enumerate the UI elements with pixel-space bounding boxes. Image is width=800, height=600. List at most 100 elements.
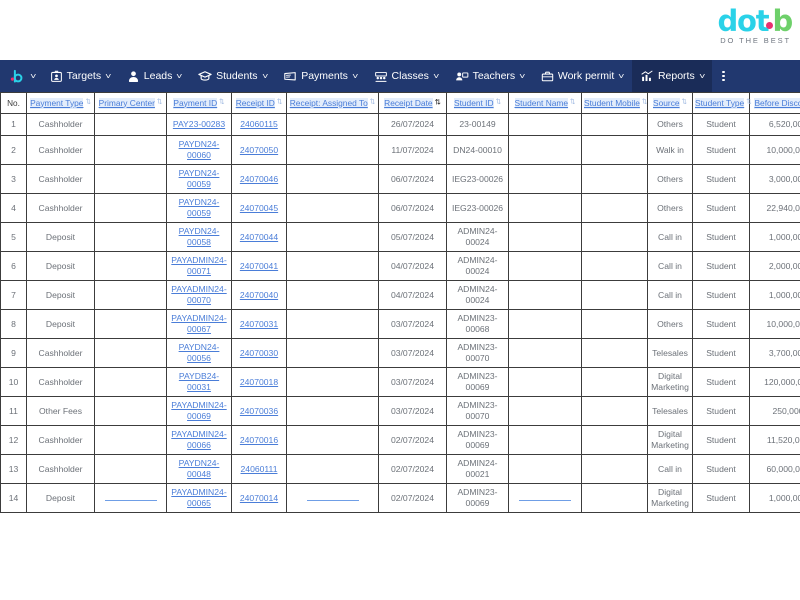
cell-receipt-id[interactable]: 24070040 — [231, 280, 287, 310]
cell-payment-id[interactable]: PAYDN24-00060 — [166, 135, 232, 165]
cell-receipt-id-link[interactable]: 24060115 — [240, 119, 278, 129]
cell-payment-id-link[interactable]: PAYDN24-00059 — [179, 168, 220, 189]
cell-assigned-to[interactable] — [286, 164, 379, 194]
table-row[interactable]: 1 Cashholder PAY23-00283 24060115 26/07/2024… — [0, 113, 800, 136]
cell-receipt-id-link[interactable]: 24070014 — [240, 493, 278, 503]
cell-student-name[interactable] — [508, 193, 582, 223]
report-table-container[interactable]: No. Payment Type ⇅ Primary Center ⇅ Paymen… — [0, 92, 800, 600]
cell-payment-id-link[interactable]: PAYADMIN24-00065 — [171, 487, 226, 508]
cell-student-name[interactable] — [508, 222, 582, 252]
cell-payment-id-link[interactable]: PAYDN24-00060 — [179, 139, 220, 160]
cell-primary-center[interactable] — [94, 483, 167, 513]
column-header-student-name[interactable]: Student Name ⇅ — [508, 92, 582, 114]
cell-payment-id[interactable]: PAYADMIN24-00071 — [166, 251, 232, 281]
sort-icon[interactable]: ⇅ — [570, 99, 575, 106]
cell-payment-id-link[interactable]: PAYADMIN24-00067 — [171, 313, 226, 334]
cell-assigned-to[interactable] — [286, 338, 379, 368]
cell-receipt-id-link[interactable]: 24070040 — [240, 290, 278, 300]
cell-receipt-id-link[interactable]: 24070050 — [240, 145, 278, 155]
cell-receipt-id[interactable]: 24060111 — [231, 454, 287, 484]
cell-payment-id[interactable]: PAYDB24-00031 — [166, 367, 232, 397]
cell-receipt-id[interactable]: 24070041 — [231, 251, 287, 281]
cell-payment-id-link[interactable]: PAYDN24-00048 — [179, 458, 220, 479]
cell-receipt-id[interactable]: 24070044 — [231, 222, 287, 252]
cell-primary-center[interactable] — [94, 425, 167, 455]
cell-payment-id-link[interactable]: PAYDN24-00059 — [179, 197, 220, 218]
sort-icon[interactable]: ⇅ — [682, 99, 687, 106]
sort-icon[interactable]: ⇅ — [85, 99, 90, 106]
cell-primary-center[interactable] — [94, 251, 167, 281]
table-row[interactable]: 7 Deposit PAYADMIN24-00070 24070040 04/07/20… — [0, 280, 800, 310]
cell-receipt-id[interactable]: 24070050 — [231, 135, 287, 165]
cell-assigned-to[interactable] — [286, 280, 379, 310]
cell-assigned-to[interactable] — [286, 193, 379, 223]
cell-payment-id[interactable]: PAYDN24-00058 — [166, 222, 232, 252]
cell-assigned-to[interactable] — [286, 454, 379, 484]
cell-primary-center-empty-link[interactable] — [104, 492, 157, 501]
cell-receipt-id[interactable]: 24070045 — [231, 193, 287, 223]
column-header-payment-id[interactable]: Payment ID ⇅ — [166, 92, 232, 114]
nav-item-reports[interactable]: Reports ˅ — [631, 60, 713, 92]
cell-assigned-to[interactable] — [286, 367, 379, 397]
nav-item-classes[interactable]: Classes ˅ — [366, 60, 447, 92]
cell-payment-id[interactable]: PAYDN24-00059 — [166, 193, 232, 223]
table-row[interactable]: 10 Cashholder PAYDB24-00031 24070018 03/07/2… — [0, 367, 800, 397]
table-row[interactable]: 13 Cashholder PAYDN24-00048 24060111 02/07/2… — [0, 454, 800, 484]
cell-student-name[interactable] — [508, 309, 582, 339]
column-header-payment-type[interactable]: Payment Type ⇅ — [26, 92, 95, 114]
cell-receipt-id-link[interactable]: 24070030 — [240, 348, 278, 358]
cell-student-name[interactable] — [508, 396, 582, 426]
cell-student-name[interactable] — [508, 454, 582, 484]
cell-payment-id[interactable]: PAYADMIN24-00067 — [166, 309, 232, 339]
table-row[interactable]: 14 Deposit PAYADMIN24-00065 24070014 02/07/2… — [0, 483, 800, 513]
cell-payment-id-link[interactable]: PAYADMIN24-00070 — [171, 284, 226, 305]
column-header-student-id[interactable]: Student ID ⇅ — [446, 92, 509, 114]
cell-assigned-to-empty-link[interactable] — [306, 492, 359, 501]
cell-receipt-id[interactable]: 24070046 — [231, 164, 287, 194]
cell-payment-id-link[interactable]: PAYDB24-00031 — [179, 371, 219, 392]
cell-student-name[interactable] — [508, 425, 582, 455]
cell-receipt-id-link[interactable]: 24070018 — [240, 377, 278, 387]
sort-icon[interactable]: ⇅ — [157, 99, 162, 106]
cell-receipt-id-link[interactable]: 24070016 — [240, 435, 278, 445]
cell-student-name[interactable] — [508, 251, 582, 281]
cell-payment-id-link[interactable]: PAYADMIN24-00069 — [171, 400, 226, 421]
table-row[interactable]: 12 Cashholder PAYADMIN24-00066 24070016 02/0… — [0, 425, 800, 455]
cell-receipt-id[interactable]: 24070018 — [231, 367, 287, 397]
sort-icon[interactable]: ⇅ — [277, 99, 282, 106]
sort-icon[interactable]: ⇅ — [370, 99, 375, 106]
cell-primary-center[interactable] — [94, 135, 167, 165]
table-row[interactable]: 4 Cashholder PAYDN24-00059 24070045 06/07/20… — [0, 193, 800, 223]
cell-receipt-id-link[interactable]: 24070046 — [240, 174, 278, 184]
cell-student-name[interactable] — [508, 113, 582, 136]
sort-icon[interactable]: ⇅ — [642, 99, 647, 106]
cell-payment-id-link[interactable]: PAY23-00283 — [173, 119, 225, 129]
cell-student-name[interactable] — [508, 280, 582, 310]
cell-receipt-id-link[interactable]: 24070041 — [240, 261, 278, 271]
nav-item-targets[interactable]: Targets ˅ — [42, 60, 119, 92]
cell-payment-id[interactable]: PAYADMIN24-00065 — [166, 483, 232, 513]
cell-receipt-id-link[interactable]: 24070045 — [240, 203, 278, 213]
cell-assigned-to[interactable] — [286, 251, 379, 281]
cell-primary-center[interactable] — [94, 193, 167, 223]
table-row[interactable]: 6 Deposit PAYADMIN24-00071 24070041 04/07/20… — [0, 251, 800, 281]
column-header-source[interactable]: Source ⇅ — [647, 92, 693, 114]
column-header-before-discount[interactable]: Before Discount⇅ — [749, 92, 800, 114]
cell-primary-center[interactable] — [94, 280, 167, 310]
column-header-student-type[interactable]: Student Type ⇅ — [692, 92, 752, 114]
table-row[interactable]: 9 Cashholder PAYDN24-00056 24070030 03/07/20… — [0, 338, 800, 368]
cell-payment-id-link[interactable]: PAYADMIN24-00066 — [171, 429, 226, 450]
cell-student-name[interactable] — [508, 338, 582, 368]
cell-receipt-id[interactable]: 24070016 — [231, 425, 287, 455]
column-header-receipt-assigned-to[interactable]: Receipt: Assigned To ⇅ — [286, 92, 379, 114]
cell-receipt-id[interactable]: 24070036 — [231, 396, 287, 426]
cell-student-name[interactable] — [508, 367, 582, 397]
table-row[interactable]: 2 Cashholder PAYDN24-00060 24070050 11/07/20… — [0, 135, 800, 165]
nav-item-leads[interactable]: Leads ˅ — [119, 60, 190, 92]
table-row[interactable]: 3 Cashholder PAYDN24-00059 24070046 06/07/20… — [0, 164, 800, 194]
table-row[interactable]: 8 Deposit PAYADMIN24-00067 24070031 03/07/20… — [0, 309, 800, 339]
cell-receipt-id[interactable]: 24070014 — [231, 483, 287, 513]
cell-primary-center[interactable] — [94, 309, 167, 339]
cell-payment-id[interactable]: PAYDN24-00048 — [166, 454, 232, 484]
cell-payment-id-link[interactable]: PAYDN24-00056 — [179, 342, 220, 363]
